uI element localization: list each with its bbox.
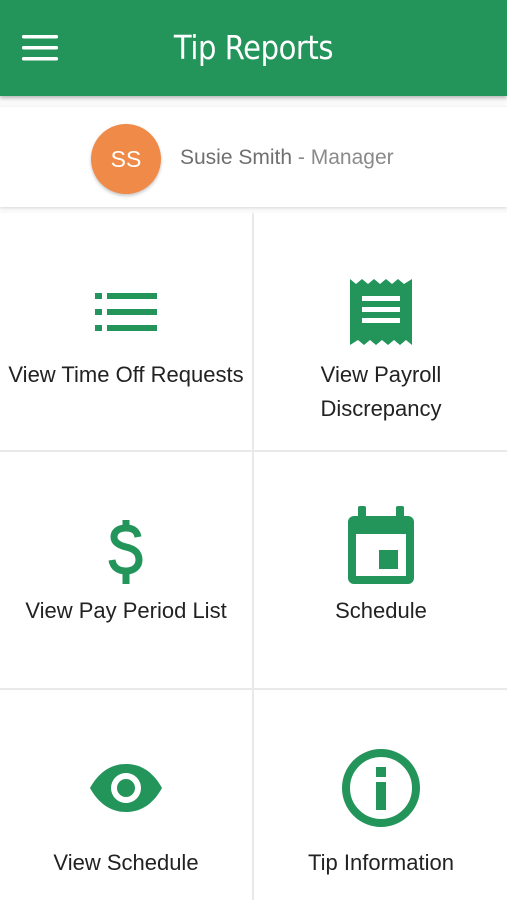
tile-label: View Time Off Requests [8, 362, 244, 387]
tile-label: View Pay Period List [25, 598, 227, 623]
user-name: Susie Smith [180, 146, 293, 169]
grid-divider [252, 213, 254, 900]
list-icon [95, 293, 157, 331]
tile-label: Schedule [335, 598, 427, 623]
tile-view-pay-period-list[interactable]: View Pay Period List [0, 452, 252, 688]
calendar-icon [348, 506, 414, 584]
tile-schedule[interactable]: Schedule [255, 452, 507, 688]
avatar[interactable]: SS [91, 124, 161, 194]
tile-label: View Payroll Discrepancy [320, 362, 442, 421]
dollar-icon [108, 520, 143, 584]
name-role-separator: - [297, 146, 305, 169]
info-icon [342, 749, 420, 827]
tile-label: Tip Information [308, 850, 454, 875]
eye-icon [90, 764, 162, 812]
tile-view-payroll-discrepancy[interactable]: View Payroll Discrepancy [255, 213, 507, 450]
tile-view-time-off-requests[interactable]: View Time Off Requests [0, 213, 252, 450]
profile-info: Susie Smith - Manager [180, 146, 394, 170]
menu-grid: View Time Off Requests View Payroll Disc… [0, 213, 507, 900]
receipt-icon [350, 279, 412, 345]
tile-tip-information[interactable]: Tip Information [255, 690, 507, 900]
profile-card: SS Susie Smith - Manager [0, 107, 507, 207]
tile-label: View Schedule [53, 850, 199, 875]
user-role: Manager [310, 146, 394, 169]
tile-view-schedule[interactable]: View Schedule [0, 690, 252, 900]
page-title: Tip Reports [173, 28, 334, 67]
app-bar: Tip Reports [0, 0, 507, 96]
